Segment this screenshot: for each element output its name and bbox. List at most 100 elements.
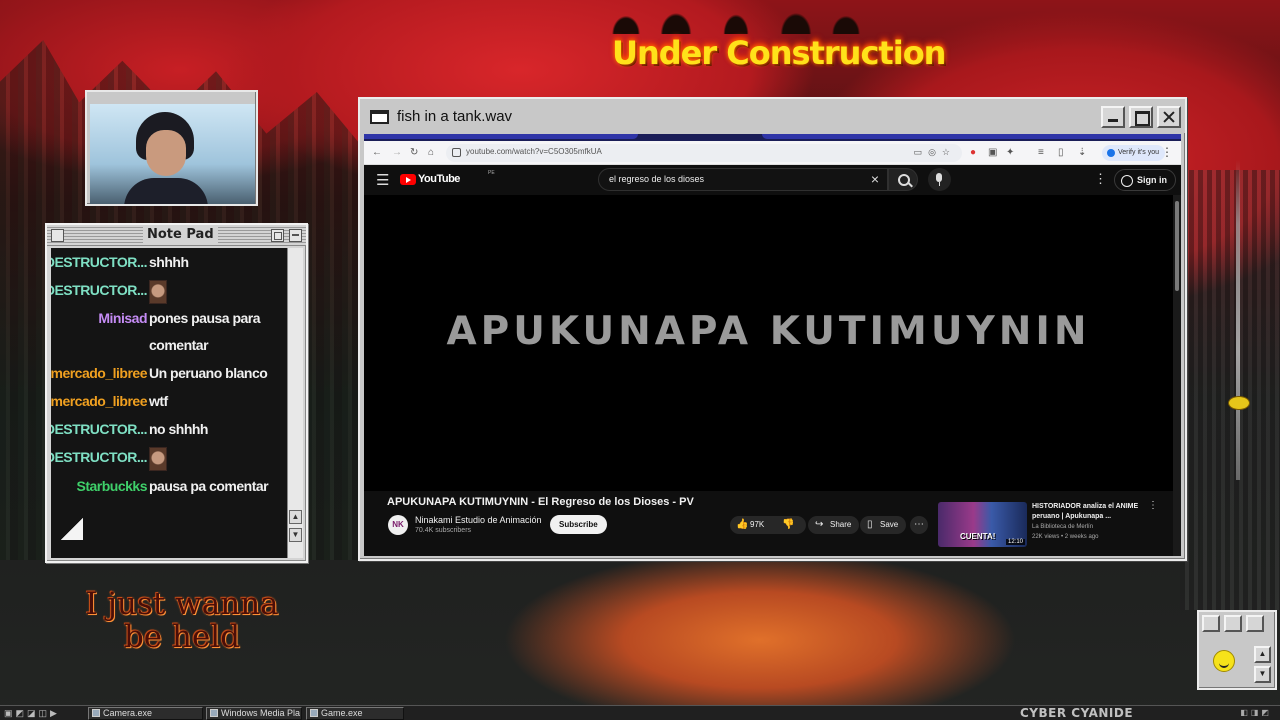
minimize-button[interactable] bbox=[1101, 106, 1125, 128]
hamburger-menu-icon[interactable]: ☰ bbox=[376, 171, 389, 189]
chat-log: DESTRUCTOR... shhhh DESTRUCTOR... Minisa… bbox=[51, 248, 288, 558]
bookmark-icon: ▯ bbox=[867, 519, 873, 530]
subscriber-count: 70.4K subscribers bbox=[415, 527, 472, 534]
download-icon[interactable]: ⇣ bbox=[1078, 147, 1086, 159]
reload-icon[interactable]: ↻ bbox=[410, 147, 418, 159]
verify-profile-button[interactable]: Verify it's you bbox=[1102, 145, 1166, 161]
webcam-titlebar[interactable] bbox=[87, 92, 256, 100]
chat-username: DESTRUCTOR... bbox=[51, 282, 148, 298]
under-construction-banner: Under Construction bbox=[612, 34, 946, 72]
chat-username: DESTRUCTOR... bbox=[51, 421, 148, 437]
back-arrow-icon[interactable]: ← bbox=[372, 147, 382, 159]
media-control-icon[interactable]: ≡ bbox=[1038, 147, 1044, 159]
page-scrollbar[interactable] bbox=[1173, 195, 1181, 556]
recommended-channel[interactable]: La Biblioteca de Merlín bbox=[1032, 524, 1093, 530]
notepad-chat-window[interactable]: Note Pad DESTRUCTOR... shhhh DESTRUCTOR.… bbox=[45, 223, 308, 563]
youtube-play-icon bbox=[400, 174, 416, 185]
window-title: fish in a tank.wav bbox=[397, 108, 513, 125]
chat-username: Minisad bbox=[98, 310, 147, 326]
app-icon bbox=[210, 709, 218, 717]
save-label: Save bbox=[880, 520, 899, 529]
collapse-box-icon[interactable] bbox=[289, 229, 302, 242]
like-icon[interactable]: 👍 bbox=[736, 516, 748, 534]
webcam-window[interactable] bbox=[85, 90, 258, 206]
notepad-titlebar[interactable]: Note Pad bbox=[47, 225, 306, 246]
share-button[interactable]: ↪ Share bbox=[808, 516, 860, 534]
taskbar-item-game[interactable]: Game.exe bbox=[306, 707, 404, 720]
forward-arrow-icon[interactable]: → bbox=[392, 147, 402, 159]
dislike-icon[interactable]: 👎 bbox=[782, 516, 794, 534]
home-icon[interactable]: ⌂ bbox=[428, 147, 434, 159]
recommended-thumbnail[interactable]: CUENTA! 12:10 bbox=[938, 502, 1027, 547]
chat-message: Starbuckks pausa pa comentar bbox=[51, 474, 288, 502]
chat-message: Minisad pones pausa para bbox=[51, 306, 288, 334]
subscribe-button[interactable]: Subscribe bbox=[550, 515, 607, 534]
fishing-line-decoration bbox=[1236, 160, 1240, 480]
chat-text: pausa pa comentar bbox=[149, 478, 269, 494]
extension-icon[interactable]: ● bbox=[970, 147, 976, 159]
close-button[interactable] bbox=[1246, 615, 1264, 632]
close-button[interactable] bbox=[1157, 106, 1181, 128]
video-player[interactable]: APUKUNAPA KUTIMUYNIN bbox=[364, 195, 1173, 491]
held-caption: I just wanna be held bbox=[62, 588, 302, 654]
address-actions-icons[interactable]: ▭◎☆ bbox=[914, 147, 956, 158]
browser-window[interactable]: fish in a tank.wav ← → ↻ ⌂ youtube.com/w… bbox=[358, 97, 1187, 561]
minimize-button[interactable] bbox=[1202, 615, 1220, 632]
window-titlebar[interactable]: fish in a tank.wav bbox=[360, 99, 1185, 133]
sign-in-button[interactable]: Sign in bbox=[1114, 169, 1176, 191]
microphone-icon[interactable] bbox=[928, 168, 951, 191]
sidebar-icon[interactable]: ▯ bbox=[1058, 147, 1064, 159]
scroll-up-icon[interactable]: ▲ bbox=[1254, 646, 1271, 663]
close-box-icon[interactable] bbox=[51, 229, 64, 242]
extensions-puzzle-icon[interactable]: ✦ bbox=[1006, 147, 1014, 159]
chat-username: DESTRUCTOR... bbox=[51, 449, 148, 465]
recommended-title[interactable]: HISTORIADOR analiza el ANIME peruano | A… bbox=[1032, 502, 1142, 522]
site-info-icon[interactable] bbox=[452, 148, 461, 157]
mini-window[interactable]: ▲ ▼ bbox=[1197, 610, 1277, 690]
chat-message: DESTRUCTOR... bbox=[51, 278, 288, 306]
scroll-down-icon[interactable]: ▼ bbox=[1254, 666, 1271, 683]
share-icon: ↪ bbox=[815, 519, 824, 530]
more-actions-icon[interactable]: ⋯ bbox=[910, 516, 928, 534]
region-code: PE bbox=[488, 170, 495, 176]
save-button[interactable]: ▯ Save bbox=[860, 516, 907, 534]
clear-search-icon[interactable]: × bbox=[871, 171, 879, 187]
scroll-down-icon[interactable]: ▼ bbox=[289, 528, 302, 542]
channel-avatar[interactable]: NK bbox=[388, 515, 408, 535]
like-count[interactable]: 97K bbox=[750, 516, 764, 534]
address-bar[interactable]: youtube.com/watch?v=C5O305mfkUA ▭◎☆ bbox=[446, 144, 962, 162]
browser-viewport: ← → ↻ ⌂ youtube.com/watch?v=C5O305mfkUA … bbox=[364, 134, 1181, 556]
chat-text: comentar bbox=[149, 337, 209, 353]
quick-launch-icons[interactable]: ▣◩◪◫▶ bbox=[4, 708, 60, 719]
settings-menu-icon[interactable]: ⋮ bbox=[1094, 171, 1107, 187]
chat-text: wtf bbox=[149, 393, 168, 409]
streamer-avatar bbox=[124, 112, 208, 204]
like-dislike-group: 👍 97K 👎 bbox=[730, 516, 806, 534]
address-url[interactable]: youtube.com/watch?v=C5O305mfkUA bbox=[466, 147, 602, 156]
maximize-button[interactable] bbox=[1224, 615, 1242, 632]
maximize-button[interactable] bbox=[1129, 106, 1153, 128]
extension-icon[interactable]: ▣ bbox=[988, 147, 997, 159]
video-duration: 12:10 bbox=[1005, 539, 1025, 545]
notepad-title: Note Pad bbox=[143, 226, 218, 243]
zoom-box-icon[interactable] bbox=[271, 229, 284, 242]
taskbar-item-camera[interactable]: Camera.exe bbox=[88, 707, 203, 720]
tab-strip[interactable] bbox=[364, 134, 1181, 141]
app-icon bbox=[310, 709, 318, 717]
browser-toolbar: ← → ↻ ⌂ youtube.com/watch?v=C5O305mfkUA … bbox=[364, 141, 1181, 165]
smiley-icon bbox=[1213, 650, 1235, 672]
scroll-up-icon[interactable]: ▲ bbox=[289, 510, 302, 524]
recommended-menu-icon[interactable]: ⋮ bbox=[1148, 500, 1158, 511]
chat-text: no shhhh bbox=[149, 421, 209, 437]
notepad-scrollbar[interactable]: ▲ ▼ bbox=[287, 248, 303, 558]
chat-username: DESTRUCTOR... bbox=[51, 254, 148, 270]
browser-menu-icon[interactable]: ⋮ bbox=[1161, 145, 1173, 159]
held-line-1: I just wanna bbox=[85, 586, 279, 622]
search-icon[interactable] bbox=[888, 168, 918, 191]
search-query[interactable]: el regreso de los dioses bbox=[609, 174, 704, 184]
channel-name[interactable]: Ninakami Estudio de Animación bbox=[415, 515, 542, 525]
system-tray-icons[interactable]: ◧◨◩ bbox=[1240, 708, 1272, 717]
taskbar-item-media-player[interactable]: Windows Media Pla bbox=[206, 707, 302, 720]
search-input[interactable]: el regreso de los dioses × bbox=[598, 168, 888, 191]
resize-corner-icon[interactable] bbox=[61, 518, 83, 540]
